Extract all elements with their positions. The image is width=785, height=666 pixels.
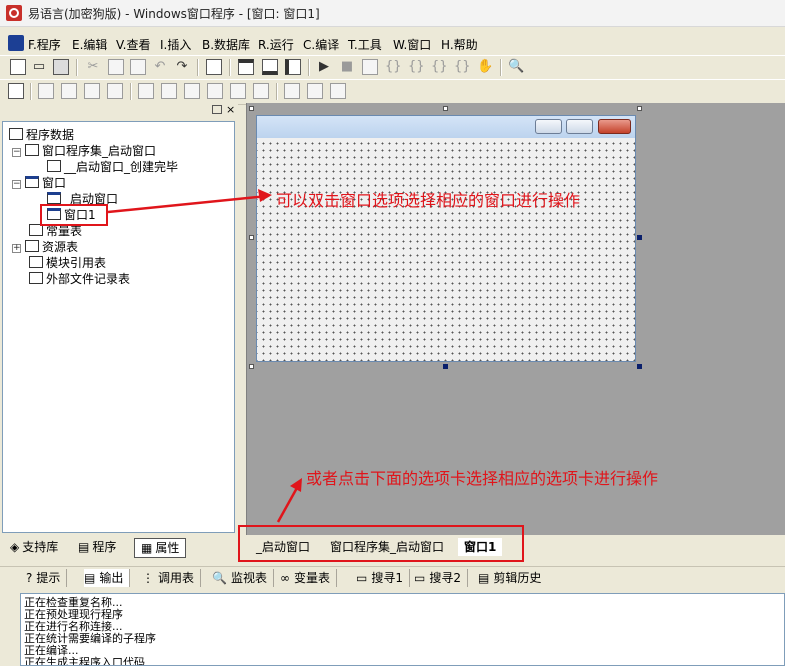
annotation-bottom: 或者点击下面的选项卡选择相应的选项卡进行操作	[306, 469, 659, 488]
annotation-arrows	[107, 189, 302, 523]
annotation-top: 可以双击窗口选项选择相应的窗口进行操作	[276, 191, 581, 210]
